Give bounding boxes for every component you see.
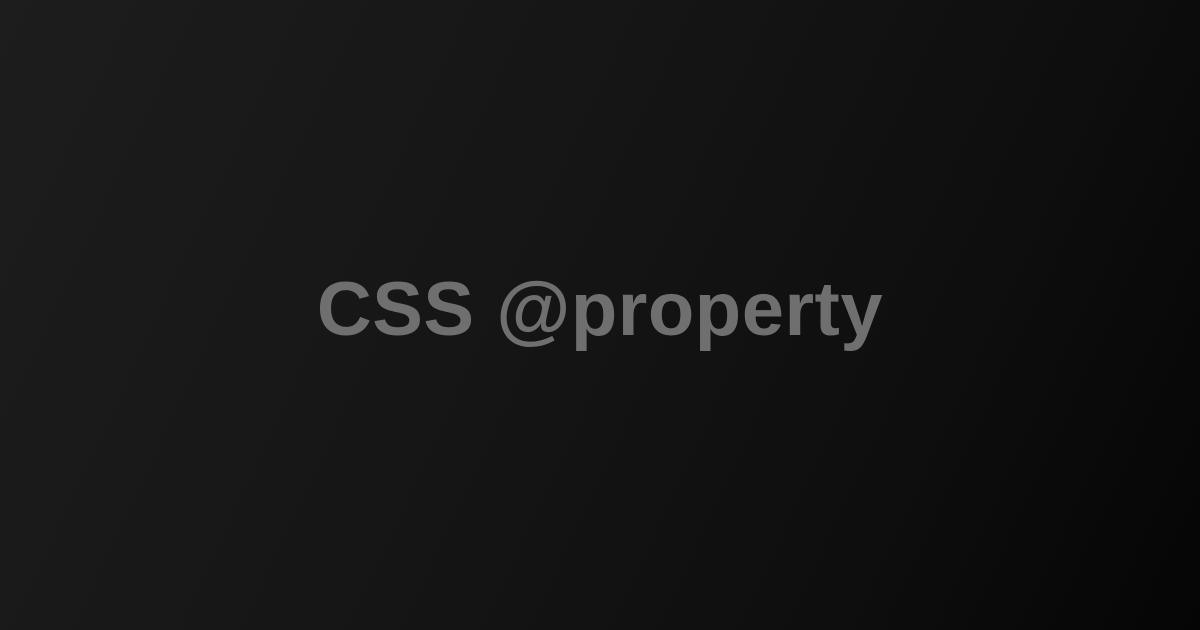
og-image-canvas: CSS @property (0, 0, 1200, 630)
page-title: CSS @property (316, 267, 884, 352)
